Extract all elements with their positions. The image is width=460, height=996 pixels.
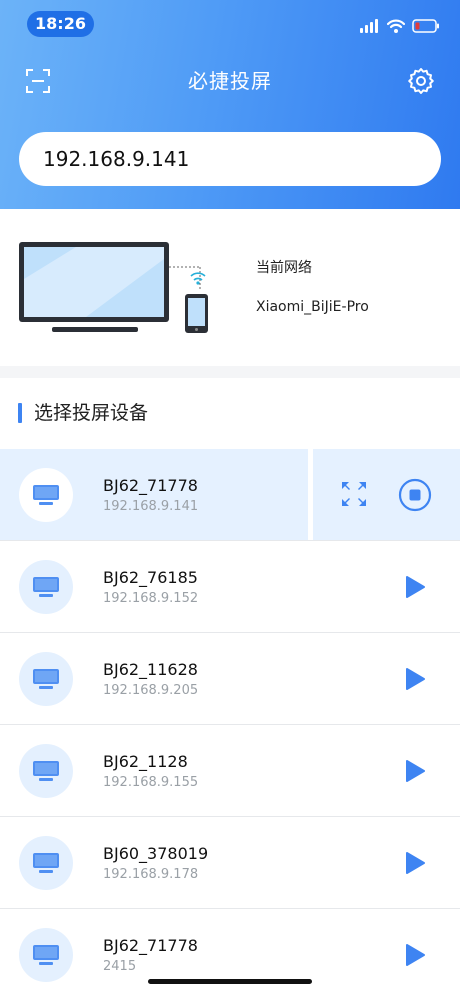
battery-icon	[412, 19, 439, 33]
device-ip: 192.168.9.152	[103, 591, 199, 606]
device-name: BJ62_71778	[103, 936, 198, 955]
device-avatar	[19, 652, 73, 706]
play-icon[interactable]	[404, 759, 426, 783]
gear-icon[interactable]	[407, 67, 435, 95]
device-ip: 2415	[103, 959, 137, 974]
device-avatar	[19, 560, 73, 614]
device-name: BJ62_1128	[103, 752, 188, 771]
monitor-icon	[33, 577, 59, 597]
monitor-icon	[33, 485, 59, 505]
stop-icon[interactable]	[398, 478, 432, 512]
active-row-actions	[313, 449, 460, 540]
app-header: 18:26 必捷投屏 192.168.9.141	[0, 0, 460, 209]
device-ip: 192.168.9.205	[103, 683, 199, 698]
device-row[interactable]: BJ62_71778 192.168.9.141	[0, 449, 460, 541]
signal-icon	[360, 19, 378, 33]
network-label: 当前网络	[256, 260, 312, 276]
play-icon[interactable]	[404, 851, 426, 875]
monitor-icon	[33, 945, 59, 965]
monitor-icon	[33, 853, 59, 873]
device-ip: 192.168.9.155	[103, 775, 199, 790]
device-name: BJ62_11628	[103, 660, 198, 679]
device-name: BJ60_378019	[103, 844, 209, 863]
ip-address-input[interactable]: 192.168.9.141	[19, 132, 441, 186]
device-row[interactable]: BJ62_1128 192.168.9.155	[0, 725, 460, 817]
monitor-icon	[33, 669, 59, 689]
device-row[interactable]: BJ62_11628 192.168.9.205	[0, 633, 460, 725]
wifi-icon	[387, 19, 405, 33]
play-icon[interactable]	[404, 943, 426, 967]
device-name: BJ62_71778	[103, 476, 198, 495]
device-ip: 192.168.9.178	[103, 867, 199, 882]
device-avatar	[19, 836, 73, 890]
monitor-icon	[33, 761, 59, 781]
devices-section: 选择投屏设备 BJ62_71778 192.168.9.141 BJ62_761…	[0, 378, 460, 996]
status-time: 18:26	[27, 11, 94, 37]
home-indicator	[148, 979, 312, 984]
tv-phone-illustration	[19, 242, 208, 333]
device-avatar	[19, 744, 73, 798]
device-avatar	[19, 468, 73, 522]
fullscreen-icon[interactable]	[340, 480, 368, 508]
device-ip: 192.168.9.141	[103, 499, 199, 514]
device-row[interactable]: BJ62_76185 192.168.9.152	[0, 541, 460, 633]
device-list: BJ62_71778 192.168.9.141 BJ62_76185 192.…	[0, 449, 460, 996]
play-icon[interactable]	[404, 667, 426, 691]
status-icons	[360, 18, 440, 34]
play-icon[interactable]	[404, 575, 426, 599]
section-title: 选择投屏设备	[34, 402, 149, 424]
device-row[interactable]: BJ60_378019 192.168.9.178	[0, 817, 460, 909]
page-title: 必捷投屏	[188, 69, 272, 93]
device-avatar	[19, 928, 73, 982]
network-name: Xiaomi_BiJiE-Pro	[256, 299, 369, 315]
section-accent-bar	[18, 403, 22, 423]
network-card: 当前网络 Xiaomi_BiJiE-Pro	[0, 209, 460, 366]
device-name: BJ62_76185	[103, 568, 198, 587]
